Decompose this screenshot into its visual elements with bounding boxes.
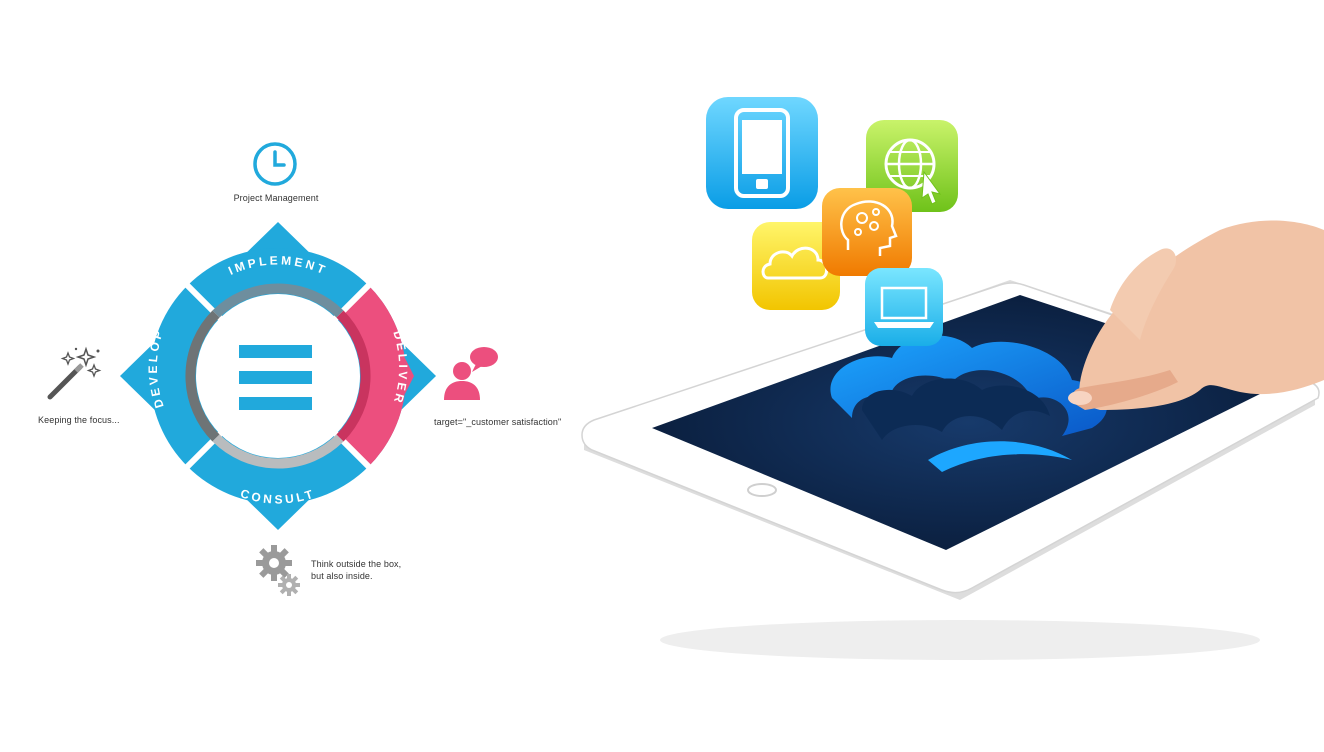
magic-wand-icon (46, 345, 104, 401)
project-management-label: Project Management (233, 193, 319, 203)
laptop-icon (865, 268, 943, 346)
speaking-person-icon (440, 344, 502, 402)
cycle-diagram: Project Management IMPLEMENT CONSULT DEV… (0, 0, 600, 752)
clock-icon (252, 141, 298, 187)
brain-gears-icon (822, 188, 912, 276)
gears-icon (254, 543, 302, 597)
smartphone-icon (706, 97, 818, 209)
menu-lines-icon (239, 345, 312, 410)
think-outside-line1: Think outside the box, (311, 559, 402, 569)
think-outside-line2: but also inside. (311, 571, 373, 581)
tablet-illustration (580, 80, 1324, 680)
customer-satisfaction-label: target="_customer satisfaction" (434, 417, 562, 427)
think-outside-label: Think outside the box, but also inside. (311, 558, 461, 582)
cycle-ring: IMPLEMENT CONSULT DEVELOP DELIVER (118, 220, 438, 532)
keeping-focus-label: Keeping the focus... (38, 415, 120, 425)
